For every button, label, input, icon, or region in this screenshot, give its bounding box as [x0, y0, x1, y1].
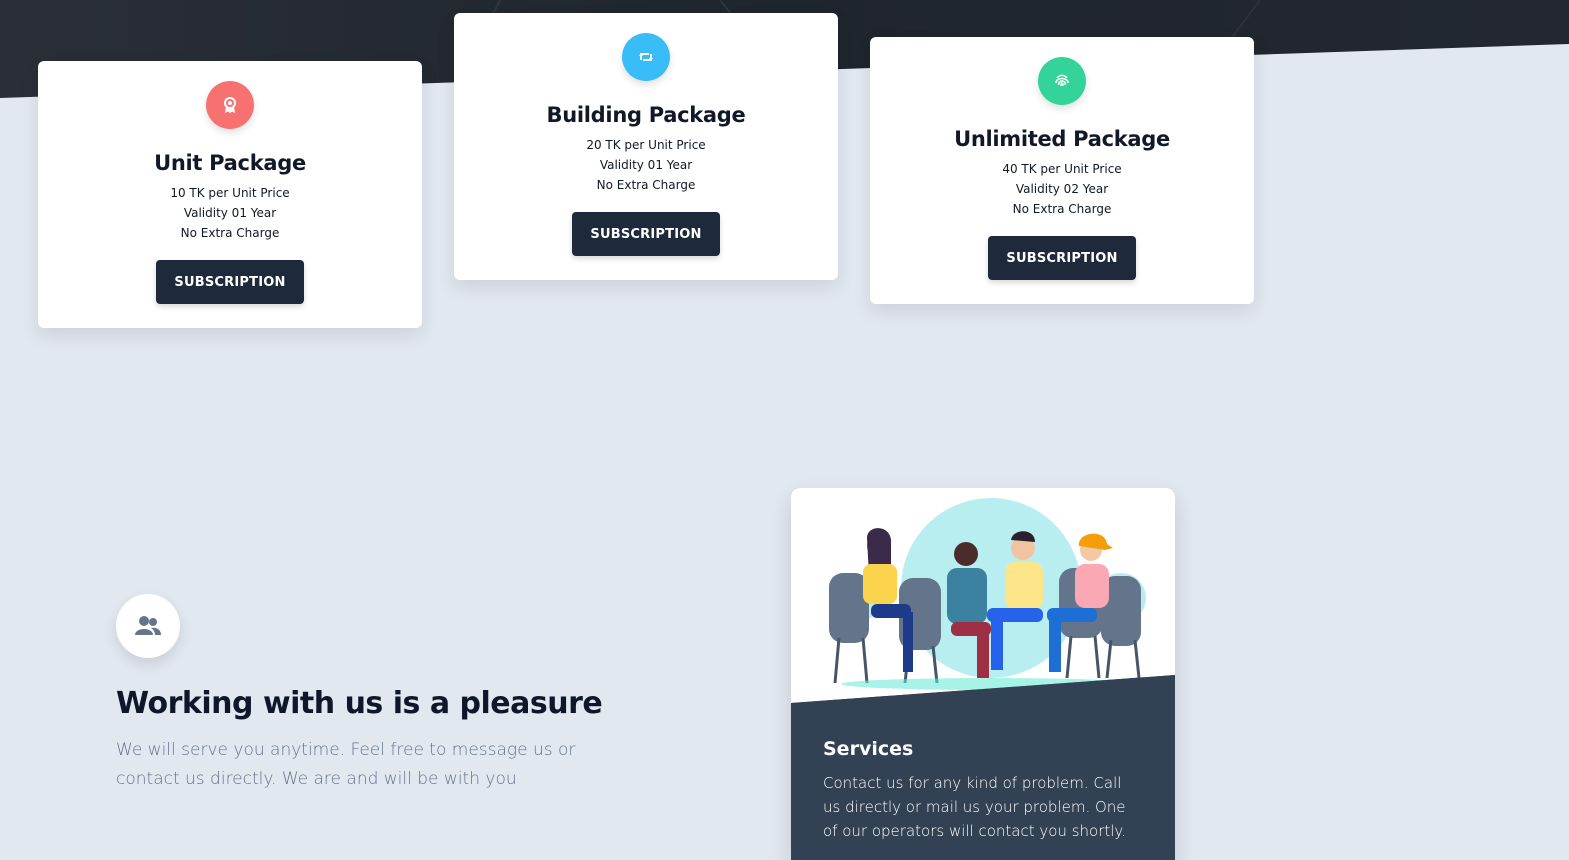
subscription-button[interactable]: SUBSCRIPTION — [156, 260, 304, 304]
package-extra: No Extra Charge — [1012, 202, 1112, 216]
package-validity: Validity 01 Year — [183, 206, 277, 220]
package-features: 40 TK per Unit Price Validity 02 Year No… — [870, 159, 1254, 219]
package-price: 20 TK per Unit Price — [586, 138, 706, 152]
package-card-unit: Unit Package 10 TK per Unit Price Validi… — [38, 61, 422, 328]
award-icon — [206, 81, 254, 129]
package-validity: Validity 02 Year — [1015, 182, 1109, 196]
info-title: Working with us is a pleasure — [116, 686, 603, 721]
package-extra: No Extra Charge — [596, 178, 696, 192]
package-validity: Validity 01 Year — [599, 158, 693, 172]
package-card-building: Building Package 20 TK per Unit Price Va… — [454, 13, 838, 280]
package-title: Building Package — [546, 103, 746, 127]
info-text: We will serve you anytime. Feel free to … — [116, 740, 576, 789]
package-price: 40 TK per Unit Price — [1002, 162, 1122, 176]
package-extra: No Extra Charge — [180, 226, 280, 240]
package-card-unlimited: Unlimited Package 40 TK per Unit Price V… — [870, 37, 1254, 304]
package-title: Unlimited Package — [954, 127, 1170, 151]
services-title: Services — [823, 738, 914, 760]
retweet-icon — [622, 33, 670, 81]
group-meeting-illustration — [791, 488, 1175, 708]
services-text: Contact us for any kind of problem. Call… — [823, 774, 1126, 840]
subscription-button[interactable]: SUBSCRIPTION — [572, 212, 720, 256]
package-features: 20 TK per Unit Price Validity 01 Year No… — [454, 135, 838, 195]
user-friends-icon — [116, 594, 180, 658]
package-title: Unit Package — [154, 151, 306, 175]
package-features: 10 TK per Unit Price Validity 01 Year No… — [38, 183, 422, 243]
package-price: 10 TK per Unit Price — [170, 186, 290, 200]
fingerprint-icon — [1038, 57, 1086, 105]
subscription-button[interactable]: SUBSCRIPTION — [988, 236, 1136, 280]
services-card: Services Contact us for any kind of prob… — [791, 488, 1175, 860]
